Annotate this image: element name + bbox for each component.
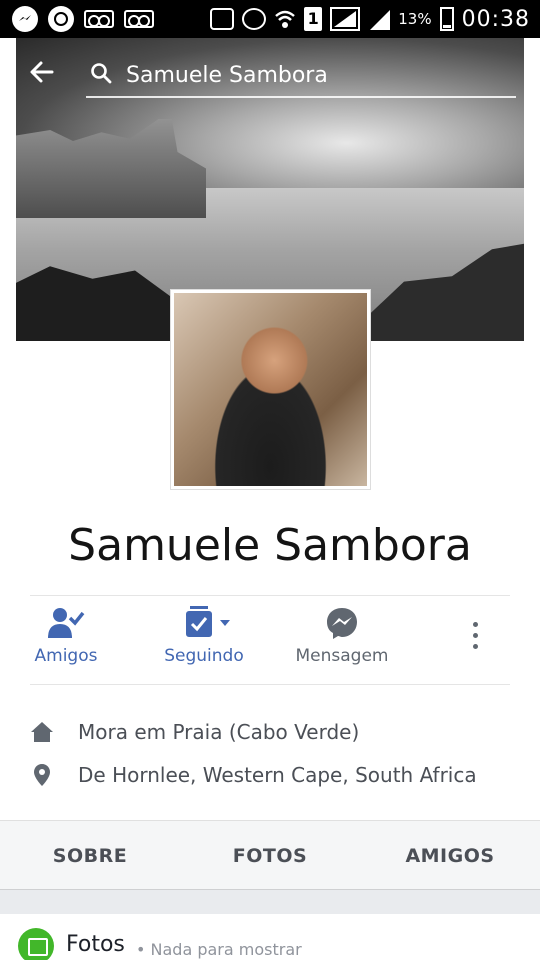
tab-photos[interactable]: FOTOS — [180, 821, 360, 889]
friends-label: Amigos — [34, 646, 98, 666]
system-icons: 1 13% 00:38 — [210, 0, 530, 38]
alarm-icon — [242, 8, 267, 30]
following-label: Seguindo — [164, 646, 244, 666]
message-label: Mensagem — [295, 646, 389, 666]
photos-subtitle: • Nada para mostrar — [136, 940, 302, 959]
more-options-button[interactable] — [470, 622, 480, 652]
battery-icon — [439, 7, 454, 31]
search-input[interactable] — [126, 60, 506, 90]
message-button[interactable]: Mensagem — [282, 606, 402, 676]
photos-section[interactable]: Fotos • Nada para mostrar — [0, 914, 540, 960]
profile-name: Samuele Sambora — [68, 520, 472, 571]
photos-icon — [18, 928, 54, 960]
nfc-icon — [210, 8, 235, 30]
voicemail-icon — [124, 10, 154, 28]
following-button[interactable]: Seguindo — [144, 606, 264, 676]
lives-in-text: Mora em Praia (Cabo Verde) — [78, 720, 360, 744]
sim-slot-icon: 1 — [304, 7, 323, 31]
hometown-text: De Hornlee, Western Cape, South Africa — [78, 763, 477, 787]
tab-about[interactable]: SOBRE — [0, 821, 180, 889]
signal-icon — [330, 7, 361, 31]
signal-icon — [368, 8, 391, 30]
notification-icons — [12, 6, 154, 32]
messenger-icon — [327, 608, 357, 639]
section-divider — [0, 890, 540, 914]
friend-check-icon — [48, 608, 85, 638]
profile-actions: Amigos Seguindo Mensagem — [30, 595, 510, 685]
wifi-icon — [275, 10, 296, 28]
battery-percent: 13% — [398, 10, 432, 28]
avatar — [174, 293, 367, 486]
more-icon — [472, 622, 478, 627]
hometown-row: De Hornlee, Western Cape, South Africa — [30, 760, 510, 790]
whatsapp-icon — [48, 6, 74, 32]
arrow-left-icon — [30, 61, 54, 83]
following-icon — [186, 606, 230, 637]
photos-title: Fotos — [66, 932, 125, 957]
messenger-icon — [12, 6, 38, 32]
back-button[interactable] — [28, 58, 58, 88]
search-bar[interactable] — [86, 56, 516, 98]
search-icon — [91, 63, 112, 84]
profile-tabs: SOBRE FOTOS AMIGOS — [0, 820, 540, 890]
home-icon — [31, 722, 53, 742]
status-bar: 1 13% 00:38 — [0, 0, 540, 38]
voicemail-icon — [84, 10, 114, 28]
profile-picture[interactable] — [170, 289, 371, 490]
tab-friends[interactable]: AMIGOS — [360, 821, 540, 889]
clock: 00:38 — [461, 6, 530, 32]
location-pin-icon — [34, 764, 50, 786]
lives-in-row: Mora em Praia (Cabo Verde) — [30, 717, 510, 747]
friends-button[interactable]: Amigos — [6, 606, 126, 676]
